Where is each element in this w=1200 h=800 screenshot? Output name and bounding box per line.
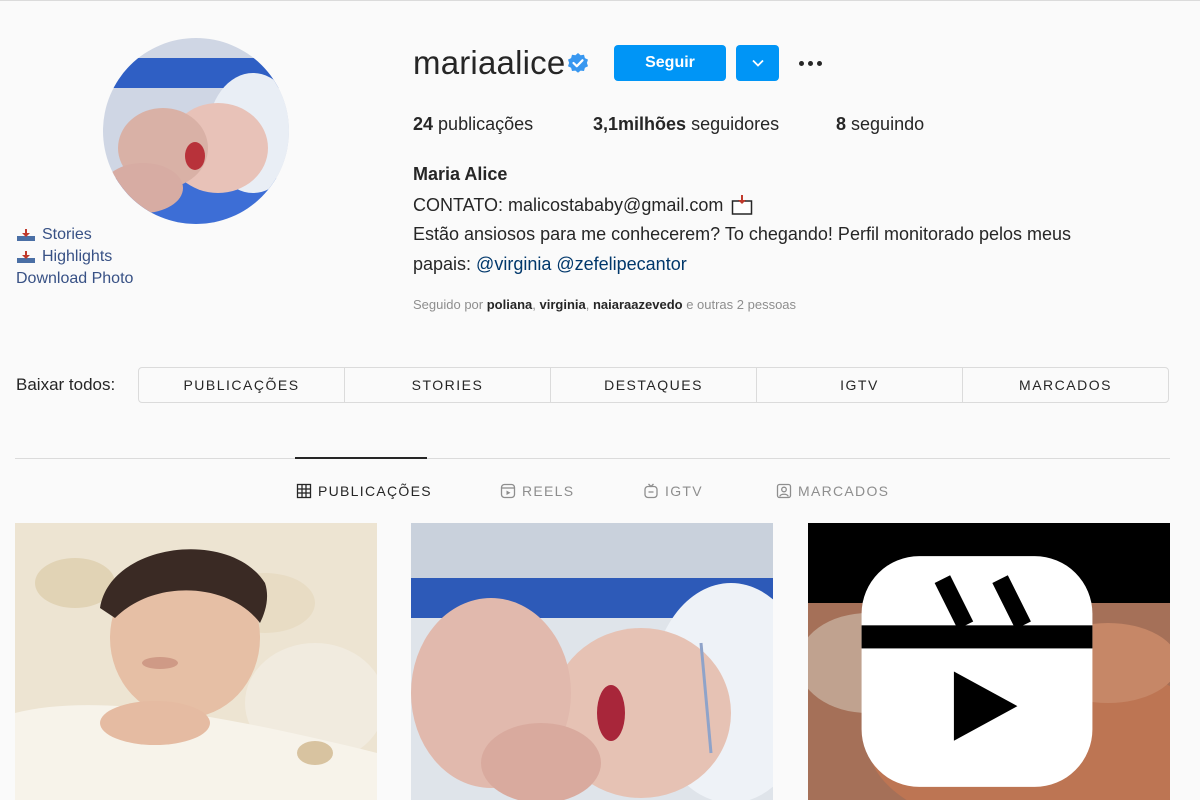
tab-tagged-label: MARCADOS: [798, 483, 890, 499]
tab-posts-label: PUBLICAÇÕES: [318, 483, 432, 499]
dot-icon: [807, 60, 813, 66]
download-tray-icon: [17, 229, 35, 241]
download-tray-icon: [17, 251, 35, 263]
dot-icon: [816, 60, 822, 66]
following-count-label: seguindo: [851, 114, 925, 134]
download-all-stories-button[interactable]: STORIES: [345, 368, 551, 402]
profile-full-name: Maria Alice: [413, 164, 508, 184]
igtv-icon: [644, 483, 658, 499]
mention-link-virginia[interactable]: @virginia: [476, 254, 551, 274]
bio-contact-line: CONTATO: malicostababy@gmail.com: [413, 194, 753, 216]
post-thumbnail[interactable]: [15, 523, 377, 800]
download-all-highlights-button[interactable]: DESTAQUES: [551, 368, 757, 402]
posts-count: 24 publicações: [413, 114, 533, 135]
tab-igtv-label: IGTV: [665, 483, 703, 499]
tab-reels[interactable]: REELS: [500, 483, 574, 499]
grid-icon: [296, 483, 312, 499]
download-stories-link[interactable]: Stories: [16, 226, 92, 244]
followed-by-user: virginia: [539, 297, 586, 312]
following-count-value: 8: [836, 114, 847, 134]
followers-count-label: seguidores: [691, 114, 780, 134]
download-photo-link[interactable]: Download Photo: [16, 270, 133, 288]
inbox-tray-icon: [732, 195, 753, 215]
followed-by-prefix: Seguido por: [413, 297, 487, 312]
profile-username: mariaalice: [413, 44, 566, 81]
followers-count[interactable]: 3,1milhões seguidores: [593, 114, 779, 135]
download-stories-label: Stories: [42, 226, 92, 243]
download-all-tagged-button[interactable]: MARCADOS: [963, 368, 1168, 402]
tab-posts[interactable]: PUBLICAÇÕES: [296, 483, 432, 499]
followed-by-suffix: e outras 2 pessoas: [682, 297, 797, 312]
verified-badge-icon: [568, 53, 588, 73]
post-image: [15, 523, 377, 800]
download-photo-label: Download Photo: [16, 270, 134, 287]
following-count[interactable]: 8 seguindo: [836, 114, 924, 135]
bio-mentions-line: papais: @virginia @zefelipecantor: [413, 254, 687, 275]
post-thumbnail[interactable]: [411, 523, 773, 800]
reels-icon: [500, 483, 516, 499]
followed-by-text[interactable]: Seguido por poliana, virginia, naiaraaze…: [413, 297, 796, 312]
tabs-divider: [15, 458, 1170, 459]
mention-link-zefelipecantor[interactable]: @zefelipecantor: [556, 254, 686, 274]
dot-icon: [798, 60, 804, 66]
download-all-tabs: PUBLICAÇÕES STORIES DESTAQUES IGTV MARCA…: [138, 367, 1169, 403]
post-image: [411, 523, 773, 800]
reel-thumbnail[interactable]: [808, 523, 1170, 800]
suggestions-dropdown-button[interactable]: [736, 45, 779, 81]
posts-count-value: 24: [413, 114, 434, 134]
tab-igtv[interactable]: IGTV: [643, 483, 703, 499]
tab-tagged[interactable]: MARCADOS: [776, 483, 889, 499]
bio-contact-text: CONTATO: malicostababy@gmail.com: [413, 194, 724, 215]
download-all-posts-button[interactable]: PUBLICAÇÕES: [139, 368, 345, 402]
followed-by-user: poliana: [486, 297, 533, 312]
tab-reels-label: REELS: [522, 483, 575, 499]
bio-mentions-prefix: papais:: [413, 254, 477, 274]
download-all-igtv-button[interactable]: IGTV: [757, 368, 963, 402]
followers-count-value: 3,1milhões: [593, 114, 687, 134]
download-all-label: Baixar todos:: [16, 375, 116, 394]
reels-icon: [861, 556, 1093, 787]
profile-avatar[interactable]: [103, 38, 289, 224]
posts-count-label: publicações: [438, 114, 534, 134]
followed-by-user: naiaraazevedo: [592, 297, 683, 312]
bio-text-line: Estão ansiosos para me conhecerem? To ch…: [413, 224, 1072, 244]
active-tab-indicator: [295, 457, 427, 459]
follow-button[interactable]: Seguir: [614, 45, 726, 81]
download-highlights-link[interactable]: Highlights: [16, 248, 112, 266]
more-options-button[interactable]: [793, 50, 827, 76]
top-border: [0, 0, 1200, 1]
download-highlights-label: Highlights: [42, 248, 113, 265]
chevron-down-icon: [751, 59, 764, 67]
tagged-user-icon: [776, 483, 792, 499]
